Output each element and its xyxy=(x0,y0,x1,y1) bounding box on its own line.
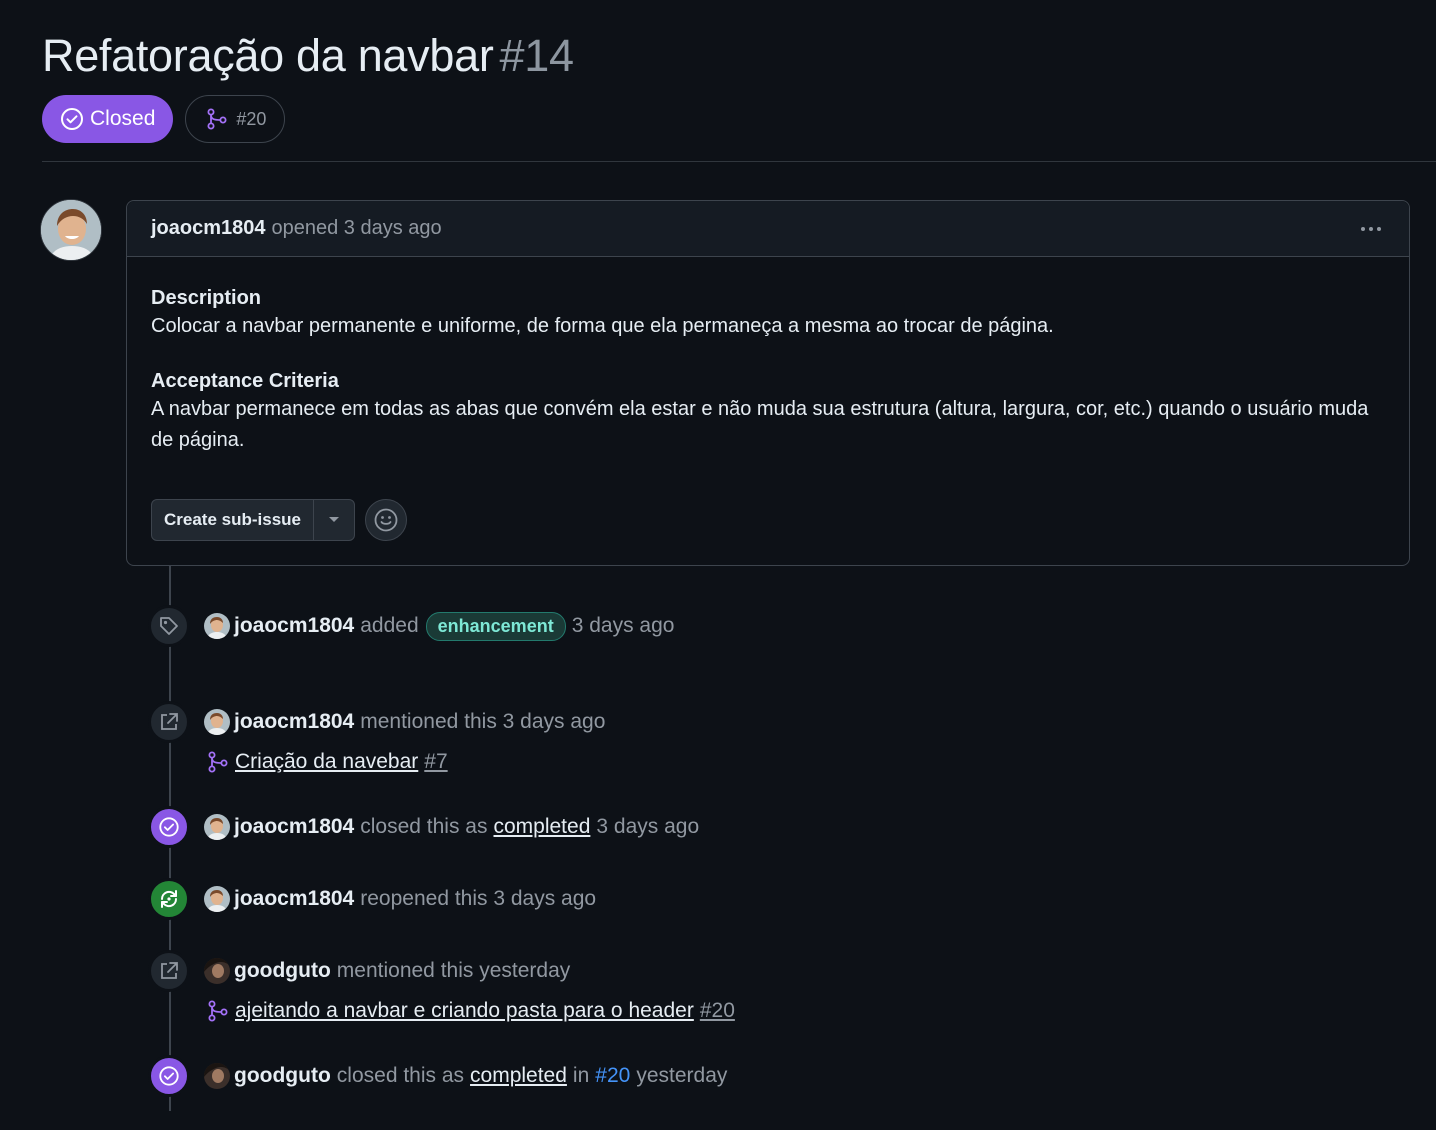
event-text: joaocm1804 mentioned this 3 days ago xyxy=(204,709,605,735)
event-action: added xyxy=(360,614,419,637)
comment-header: joaocm1804 opened 3 days ago xyxy=(127,201,1409,257)
timeline-event-mentioned: joaocm1804 mentioned this 3 days ago xyxy=(148,701,605,743)
referenced-pr[interactable]: Criação da navebar #7 xyxy=(207,750,448,774)
state-badge: Closed xyxy=(42,95,174,143)
event-time[interactable]: 3 days ago xyxy=(572,614,675,638)
git-merge-icon xyxy=(207,108,227,130)
acceptance-text: A navbar permanece em todas as abas que … xyxy=(151,398,1369,451)
avatar-image xyxy=(41,200,101,260)
issue-body-comment: joaocm1804 opened 3 days ago Description… xyxy=(126,200,1410,566)
description-heading: Description xyxy=(151,287,262,309)
tag-icon xyxy=(148,605,190,647)
check-circle-icon xyxy=(61,108,83,130)
issue-title-text: Refatoração da navbar xyxy=(42,30,494,81)
actor-avatar[interactable] xyxy=(204,613,230,639)
git-merge-icon xyxy=(208,1000,228,1022)
event-action: mentioned this 3 days ago xyxy=(360,710,606,733)
event-text: joaocm1804 added enhancement 3 days ago xyxy=(204,611,675,641)
dot-icon xyxy=(1361,226,1365,231)
referenced-pr-title[interactable]: ajeitando a navbar e criando pasta para … xyxy=(235,999,694,1022)
referenced-pr-number[interactable]: #20 xyxy=(700,999,735,1022)
comment-body: Description Colocar a navbar permanente … xyxy=(127,257,1409,456)
check-circle-icon xyxy=(148,1055,190,1097)
event-actor[interactable]: joaocm1804 xyxy=(234,887,354,911)
linked-pr-number: #20 xyxy=(236,108,267,129)
event-action: reopened this 3 days ago xyxy=(360,887,597,910)
issue-number: #14 xyxy=(499,30,574,81)
label-enhancement[interactable]: enhancement xyxy=(425,611,566,641)
event-in: in xyxy=(572,1064,590,1087)
dot-icon xyxy=(1377,226,1381,231)
event-actor[interactable]: joaocm1804 xyxy=(234,710,354,734)
linked-pr-badge[interactable]: #20 xyxy=(185,95,286,143)
event-actor[interactable]: joaocm1804 xyxy=(234,614,354,638)
event-actor[interactable]: goodguto xyxy=(234,959,331,983)
cross-reference-icon xyxy=(148,950,190,992)
cross-reference-icon xyxy=(148,701,190,743)
event-action: mentioned this yesterday xyxy=(336,959,571,982)
create-sub-issue-button[interactable]: Create sub-issue xyxy=(152,500,314,540)
closing-pr-link[interactable]: #20 xyxy=(595,1064,630,1088)
comment-meta: opened 3 days ago xyxy=(271,217,442,239)
header-divider xyxy=(42,161,1436,162)
event-actor[interactable]: goodguto xyxy=(234,1064,331,1088)
referenced-pr[interactable]: ajeitando a navbar e criando pasta para … xyxy=(207,999,735,1023)
issue-header: Refatoração da navbar #14 Closed #20 xyxy=(42,28,1436,143)
issue-badges: Closed #20 xyxy=(42,95,1436,143)
timeline-event-closed: joaocm1804 closed this as completed 3 da… xyxy=(148,806,699,848)
create-sub-issue-split-button: Create sub-issue xyxy=(151,499,355,541)
comment-author[interactable]: joaocm1804 xyxy=(151,217,266,240)
event-text: goodguto closed this as completed in #20… xyxy=(204,1063,727,1089)
reopen-icon xyxy=(148,878,190,920)
completed-link[interactable]: completed xyxy=(470,1064,567,1088)
sub-issue-dropdown-button[interactable] xyxy=(314,500,354,540)
timeline-event-reopened: joaocm1804 reopened this 3 days ago xyxy=(148,878,596,920)
add-reaction-button[interactable] xyxy=(365,499,407,541)
event-text: joaocm1804 reopened this 3 days ago xyxy=(204,886,596,912)
actor-avatar[interactable] xyxy=(204,709,230,735)
check-circle-icon xyxy=(148,806,190,848)
event-text: goodguto mentioned this yesterday xyxy=(204,958,570,984)
referenced-pr-title[interactable]: Criação da navebar xyxy=(235,750,418,773)
state-label: Closed xyxy=(90,107,156,130)
acceptance-heading: Acceptance Criteria xyxy=(151,370,339,392)
actor-avatar[interactable] xyxy=(204,958,230,984)
comment-actions: Create sub-issue xyxy=(151,499,407,541)
actor-avatar[interactable] xyxy=(204,1063,230,1089)
event-time[interactable]: yesterday xyxy=(636,1064,727,1088)
issue-title: Refatoração da navbar #14 xyxy=(42,28,1436,84)
actor-avatar[interactable] xyxy=(204,886,230,912)
completed-link[interactable]: completed xyxy=(493,815,590,839)
event-action: closed this as xyxy=(360,815,488,838)
git-merge-icon xyxy=(208,751,228,773)
triangle-down-icon xyxy=(329,517,339,522)
actor-avatar[interactable] xyxy=(204,814,230,840)
dot-icon xyxy=(1369,226,1373,231)
event-actor[interactable]: joaocm1804 xyxy=(234,815,354,839)
timeline-event-closed: goodguto closed this as completed in #20… xyxy=(148,1055,727,1097)
comment-options-button[interactable] xyxy=(1357,223,1385,235)
referenced-pr-number[interactable]: #7 xyxy=(424,750,447,773)
event-time[interactable]: 3 days ago xyxy=(596,815,699,839)
smiley-icon xyxy=(374,508,398,532)
description-text: Colocar a navbar permanente e uniforme, … xyxy=(151,315,1054,337)
event-action: closed this as xyxy=(336,1064,465,1087)
event-text: joaocm1804 closed this as completed 3 da… xyxy=(204,814,699,840)
author-avatar[interactable] xyxy=(40,199,102,261)
timeline-event-labeled: joaocm1804 added enhancement 3 days ago xyxy=(148,605,674,647)
timeline-event-mentioned: goodguto mentioned this yesterday xyxy=(148,950,570,992)
